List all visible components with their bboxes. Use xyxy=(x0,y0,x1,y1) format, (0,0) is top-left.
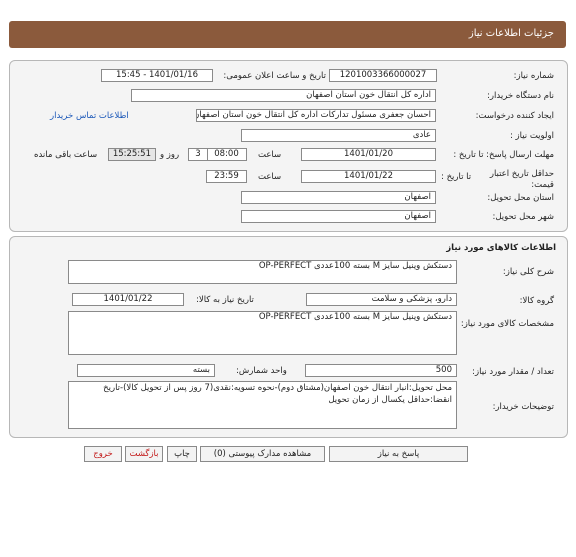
requester-field: احسان جعفری مسئول تدارکات اداره کل انتقا… xyxy=(196,109,436,122)
validity-time-label: ساعت xyxy=(258,172,282,182)
unit-field: بسته xyxy=(77,364,215,377)
need-date-label: تاریخ نیاز به کالا: xyxy=(196,295,254,305)
need-number-label: شماره نیاز: xyxy=(513,71,554,81)
validity-date-field: 1401/01/22 xyxy=(301,170,436,183)
buyer-contact-link[interactable]: اطلاعات تماس خریدار xyxy=(50,111,129,121)
need-date-field: 1401/01/22 xyxy=(72,293,184,306)
reply-button[interactable]: پاسخ به نیاز xyxy=(329,446,468,462)
summary-field: دستکش وینیل سایز M بسته 100عددی OP-PERFE… xyxy=(68,260,457,284)
buyer-desc-label: توضیحات خریدار: xyxy=(492,402,554,412)
deadline-date-field: 1401/01/20 xyxy=(301,148,436,161)
page-header: جزئیات اطلاعات نیاز xyxy=(9,21,566,48)
deadline-time-label: ساعت xyxy=(258,150,282,160)
remaining-label: ساعت باقی مانده xyxy=(34,150,98,160)
buyer-org-label: نام دستگاه خریدار: xyxy=(487,91,554,101)
validity-until-label: تا تاریخ : xyxy=(441,172,472,182)
summary-label: شرح کلی نیاز: xyxy=(502,267,554,277)
back-button[interactable]: بازگشت xyxy=(125,446,163,462)
print-button[interactable]: چاپ xyxy=(167,446,197,462)
requester-label: ایجاد کننده درخواست: xyxy=(475,111,554,121)
attachments-button[interactable]: مشاهده مدارک پیوستی (0) xyxy=(200,446,325,462)
exit-button[interactable]: خروج xyxy=(84,446,122,462)
announce-field: 1401/01/16 - 15:45 xyxy=(101,69,213,82)
priority-field: عادی xyxy=(241,129,436,142)
need-number-field: 1201003366000027 xyxy=(329,69,437,82)
buyer-desc-field: محل تحویل:انبار انتقال خون اصفهان(مشتاق … xyxy=(68,381,457,429)
validity-time-field: 23:59 xyxy=(206,170,247,183)
spec-field: دستکش وینیل سایز M بسته 100عددی OP-PERFE… xyxy=(68,311,457,355)
info-panel xyxy=(9,60,568,232)
unit-label: واحد شمارش: xyxy=(236,366,287,376)
province-label: استان محل تحویل: xyxy=(487,193,554,203)
page-title: جزئیات اطلاعات نیاز xyxy=(468,28,554,39)
spec-label: مشخصات کالای مورد نیاز: xyxy=(460,319,554,329)
remaining-days-field: 3 xyxy=(188,148,208,161)
days-label: روز و xyxy=(160,150,180,160)
qty-label: تعداد / مقدار مورد نیاز: xyxy=(472,367,554,377)
goods-group-label: گروه کالا: xyxy=(519,296,554,306)
validity-label: حداقل تاریخ اعتبار xyxy=(489,169,554,179)
city-field: اصفهان xyxy=(241,210,436,223)
remaining-time-field: 15:25:51 xyxy=(108,148,156,161)
deadline-label: مهلت ارسال پاسخ: تا تاریخ : xyxy=(453,150,554,160)
goods-group-field: دارو، پزشکی و سلامت xyxy=(306,293,457,306)
buyer-org-field: اداره کل انتقال خون استان اصفهان xyxy=(131,89,436,102)
announce-label: تاریخ و ساعت اعلان عمومی: xyxy=(223,71,326,81)
city-label: شهر محل تحویل: xyxy=(492,212,554,222)
priority-label: اولویت نیاز : xyxy=(509,131,554,141)
deadline-time-field: 08:00 xyxy=(206,148,247,161)
qty-field: 500 xyxy=(305,364,457,377)
validity-label-2: قیمت: xyxy=(531,180,554,190)
goods-section-title: اطلاعات کالاهای مورد نیاز xyxy=(446,243,556,253)
province-field: اصفهان xyxy=(241,191,436,204)
